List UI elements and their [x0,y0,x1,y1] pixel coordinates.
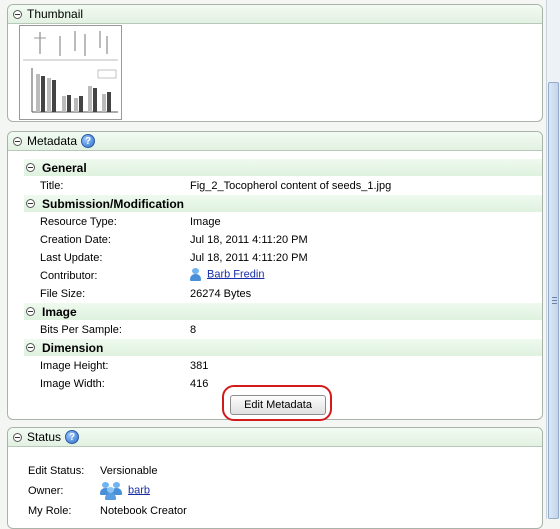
thumbnail-panel-header: Thumbnail [8,5,542,24]
help-icon[interactable]: ? [65,430,80,444]
contributor-label: Contributor: [40,270,98,282]
resource-type-value: Image [190,216,221,228]
metadata-panel-header: Metadata ? [8,132,542,151]
creation-date-value: Jul 18, 2011 4:11:20 PM [190,234,308,246]
section-general: General [24,159,542,176]
image-width-value: 416 [190,378,209,390]
collapse-icon[interactable] [13,432,22,442]
user-icon [190,268,201,281]
section-dimension-heading: Dimension [42,340,104,355]
scrollbar-thumb[interactable] [548,82,559,519]
edit-metadata-button[interactable]: Edit Metadata [230,395,326,415]
group-icon [100,482,122,500]
section-image-heading: Image [42,304,77,319]
metadata-panel: Metadata ? General Title: Fig_2_Tocopher… [7,131,543,420]
last-update-label: Last Update: [40,252,103,264]
collapse-icon[interactable] [13,9,22,19]
owner-link[interactable]: barb [128,484,150,496]
collapse-icon[interactable] [26,343,35,352]
section-image: Image [24,303,542,320]
contributor-link[interactable]: Barb Fredin [207,268,264,280]
thumbnail-image[interactable] [19,25,122,120]
last-update-value: Jul 18, 2011 4:11:20 PM [190,252,308,264]
my-role-value: Notebook Creator [100,505,187,517]
help-icon[interactable]: ? [81,134,96,148]
edit-status-label: Edit Status: [28,465,85,477]
owner-value: barb [100,482,150,500]
status-panel-header: Status ? [8,428,542,447]
scrollbar-grip-icon [552,297,557,306]
vertical-scrollbar[interactable] [546,0,560,519]
thumbnail-chart-image [20,26,121,119]
section-dimension: Dimension [24,339,542,356]
edit-status-value: Versionable [100,465,158,477]
status-panel: Status ? Edit Status: Versionable Owner:… [7,427,543,529]
file-size-value: 26274 Bytes [190,288,252,300]
resource-type-label: Resource Type: [40,216,117,228]
file-size-label: File Size: [40,288,86,300]
image-height-label: Image Height: [40,360,109,372]
bits-per-sample-value: 8 [190,324,197,336]
metadata-panel-title: Metadata [27,134,78,148]
bits-per-sample-label: Bits Per Sample: [40,324,122,336]
image-height-value: 381 [190,360,209,372]
section-submission-heading: Submission/Modification [42,196,185,211]
section-general-heading: General [42,160,87,175]
title-value: Fig_2_Tocopherol content of seeds_1.jpg [190,180,392,192]
collapse-icon[interactable] [26,199,35,208]
status-panel-title: Status [27,430,62,444]
thumbnail-panel-title: Thumbnail [27,7,84,21]
edit-metadata-highlight: Edit Metadata [222,385,332,421]
collapse-icon[interactable] [13,136,22,146]
collapse-icon[interactable] [26,163,35,172]
contributor-value: Barb Fredin [190,268,264,281]
my-role-label: My Role: [28,505,72,517]
title-label: Title: [40,180,64,192]
collapse-icon[interactable] [26,307,35,316]
creation-date-label: Creation Date: [40,234,111,246]
image-width-label: Image Width: [40,378,105,390]
owner-label: Owner: [28,485,64,497]
thumbnail-panel: Thumbnail [7,4,543,122]
section-submission: Submission/Modification [24,195,542,212]
